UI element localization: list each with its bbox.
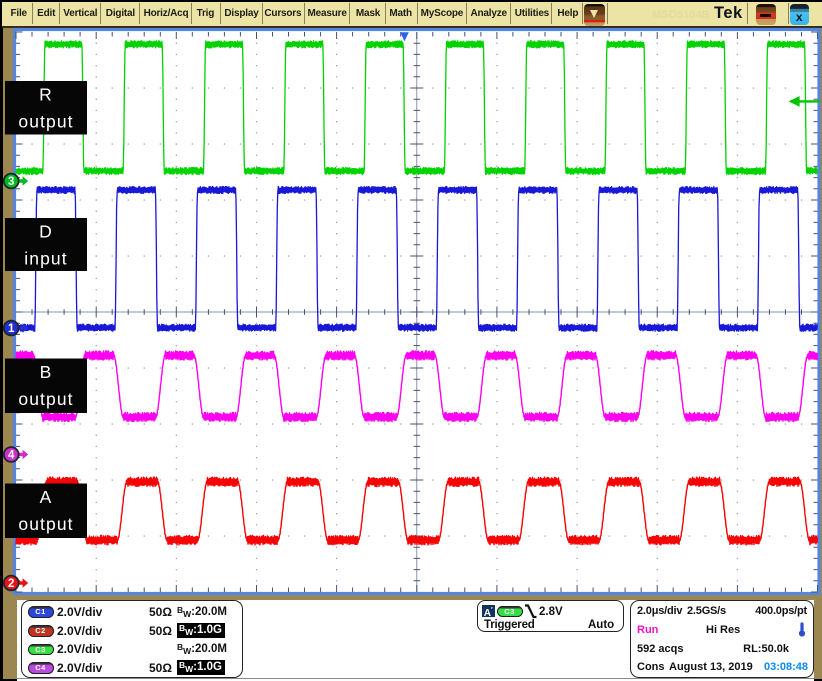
svg-text:3: 3 [8,176,14,188]
svg-text:input: input [24,248,67,268]
svg-text:output: output [18,111,73,131]
svg-text:output: output [18,514,73,534]
svg-text:B: B [40,362,53,382]
svg-text:2: 2 [8,578,14,590]
svg-text:output: output [18,389,73,409]
svg-text:R: R [39,85,53,105]
svg-text:4: 4 [8,450,15,462]
svg-text:A: A [40,487,53,507]
svg-text:1: 1 [8,323,15,335]
svg-text:D: D [39,222,53,242]
